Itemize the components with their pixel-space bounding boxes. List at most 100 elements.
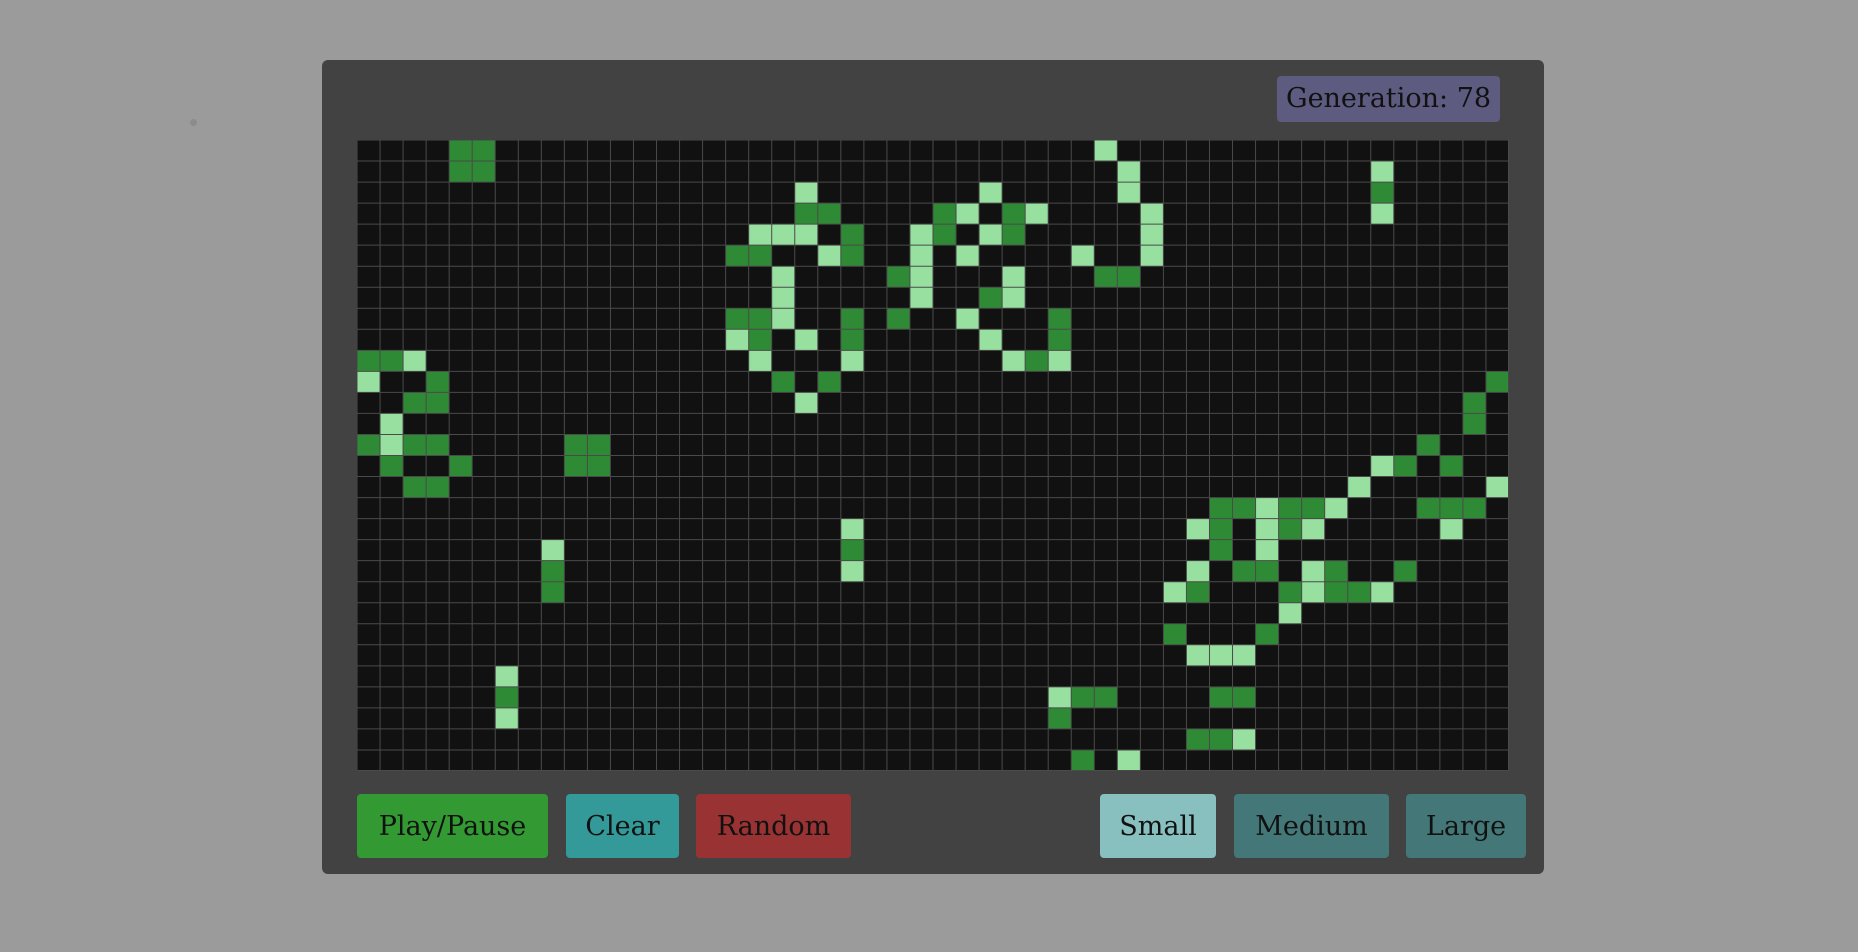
live-cell-new [771,287,795,309]
live-cell-new [840,560,864,582]
live-cell-new [771,224,795,246]
live-cell-old [1439,497,1463,519]
live-cell-old [1462,413,1486,435]
live-cell-old [840,245,864,267]
live-cell-old [748,245,772,267]
live-cell-new [748,350,772,372]
live-cell-old [1071,686,1095,708]
life-grid[interactable] [357,140,1509,771]
live-cell-old [1278,581,1302,603]
live-cell-old [1209,728,1233,750]
live-cell-old [771,371,795,393]
live-cell-old [1255,623,1279,645]
live-cell-new [794,329,818,351]
live-cell-new [794,392,818,414]
live-cell-old [1232,560,1256,582]
live-cell-old [1186,581,1210,603]
live-cell-new [1186,560,1210,582]
live-cell-old [426,392,450,414]
live-cell-old [840,329,864,351]
play-pause-button[interactable]: Play/Pause [357,794,548,858]
live-cell-new [1094,140,1118,162]
live-cell-old [1485,371,1509,393]
live-cell-old [1393,455,1417,477]
live-cell-new [1278,602,1302,624]
live-cell-old [748,329,772,351]
live-cell-old [1278,497,1302,519]
clear-button[interactable]: Clear [566,794,679,858]
live-cell-new [1048,350,1072,372]
live-cell-old [564,434,588,456]
game-of-life-panel: Generation: 78 Play/Pause Clear Random S… [322,60,1544,874]
live-cell-new [1140,245,1164,267]
live-cell-new [748,224,772,246]
live-cell-new [1439,518,1463,540]
live-cell-old [817,371,841,393]
live-cell-new [956,308,980,330]
live-cell-new [840,350,864,372]
live-cell-new [909,224,933,246]
live-cell-old [1462,392,1486,414]
live-cell-old [426,476,450,498]
live-cell-new [1163,581,1187,603]
live-cell-new [725,329,749,351]
live-cell-new [1347,476,1371,498]
live-cell-old [1301,497,1325,519]
live-cell-old [1163,623,1187,645]
live-cell-old [403,476,427,498]
live-cell-old [1186,728,1210,750]
live-cell-old [426,371,450,393]
size-small-button[interactable]: Small [1100,794,1216,858]
live-cell-old [886,308,910,330]
size-medium-button[interactable]: Medium [1234,794,1389,858]
size-large-button[interactable]: Large [1406,794,1526,858]
live-cell-old [1255,560,1279,582]
live-cell-new [909,287,933,309]
live-cell-old [1071,749,1095,771]
live-cell-old [472,140,496,162]
live-cell-new [495,665,519,687]
live-cell-new [909,266,933,288]
live-cell-old [472,161,496,183]
live-cell-old [426,434,450,456]
live-cell-new [1209,644,1233,666]
live-cell-old [1209,497,1233,519]
live-cell-old [1278,518,1302,540]
live-cell-old [1416,434,1440,456]
live-cell-new [1048,686,1072,708]
live-cell-new [1140,203,1164,225]
live-cell-old [357,434,381,456]
live-cell-old [1232,686,1256,708]
live-cell-new [541,539,565,561]
live-cell-old [1439,455,1463,477]
live-cell-new [1370,161,1394,183]
live-cell-old [380,350,404,372]
live-cell-new [794,224,818,246]
live-cell-old [449,140,473,162]
live-cell-new [956,203,980,225]
live-cell-old [587,455,611,477]
live-cell-new [1301,518,1325,540]
live-cell-new [1370,581,1394,603]
live-cell-old [748,308,772,330]
random-button[interactable]: Random [696,794,851,858]
live-cell-old [403,434,427,456]
live-cell-old [1347,581,1371,603]
live-cell-new [1002,287,1026,309]
live-cell-old [541,581,565,603]
live-cell-new [1071,245,1095,267]
live-cell-new [495,707,519,729]
live-cell-new [1232,728,1256,750]
live-cell-old [1002,203,1026,225]
live-cell-new [771,266,795,288]
live-cell-old [564,455,588,477]
generation-counter: Generation: 78 [1277,76,1501,122]
live-cell-new [1370,203,1394,225]
live-cell-old [1324,560,1348,582]
live-cell-new [1002,266,1026,288]
cursor-artifact [190,119,197,126]
live-cell-new [817,245,841,267]
live-cell-old [1117,266,1141,288]
live-cell-new [794,182,818,204]
live-cell-old [1094,686,1118,708]
